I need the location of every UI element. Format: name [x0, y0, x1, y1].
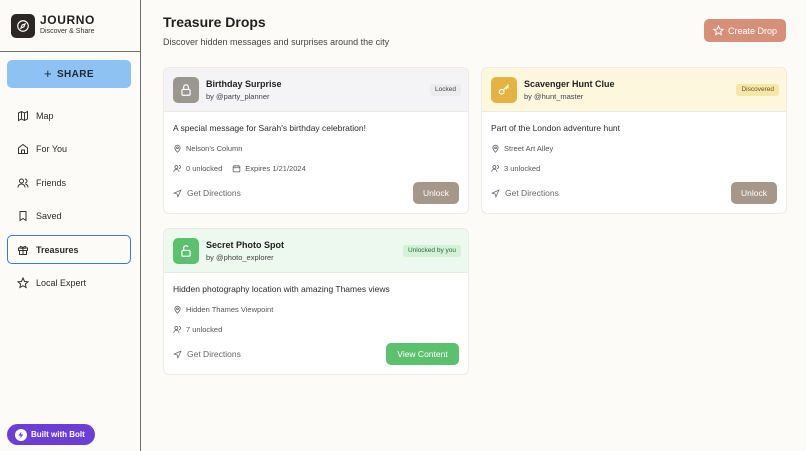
status-badge: Discovered — [736, 84, 779, 96]
unlocked-count: 0 unlocked — [186, 164, 223, 173]
unlock-icon — [173, 238, 199, 264]
status-badge: Unlocked by you — [402, 245, 461, 257]
built-with-bolt-badge[interactable]: Built with Bolt — [7, 424, 95, 445]
card-description: A special message for Sarah's birthday c… — [173, 123, 366, 133]
card-header: Scavenger Hunt Clue by @hunt_master Disc… — [482, 68, 786, 112]
get-directions-label: Get Directions — [187, 349, 241, 359]
expires-text: Expires 1/21/2024 — [245, 164, 306, 173]
get-directions-label: Get Directions — [187, 188, 241, 198]
page-title: Treasure Drops — [163, 14, 266, 30]
sidebar-item-map[interactable]: Map — [7, 101, 131, 130]
navigation-icon — [491, 188, 500, 198]
share-button[interactable]: + SHARE — [7, 60, 131, 88]
users-icon — [17, 177, 29, 189]
brand-subtitle: Discover & Share — [40, 28, 95, 35]
card-title: Secret Photo Spot — [206, 240, 285, 250]
sidebar-item-saved[interactable]: Saved — [7, 202, 131, 231]
card-title: Birthday Surprise — [206, 79, 282, 89]
status-badge: Locked — [430, 84, 461, 96]
unlocked-count: 7 unlocked — [186, 325, 223, 334]
users-icon — [173, 325, 182, 334]
map-icon — [17, 110, 29, 122]
create-drop-label: Create Drop — [727, 25, 778, 36]
card-stats: 3 unlocked — [491, 164, 540, 173]
card-location: Street Art Alley — [491, 144, 553, 153]
view-content-button[interactable]: View Content — [386, 343, 459, 365]
sidebar-nav: Map For You Friends Saved Treasures Loca… — [7, 101, 131, 302]
sidebar-item-label: For You — [36, 144, 68, 154]
sidebar-item-label: Treasures — [36, 244, 79, 255]
card-title: Scavenger Hunt Clue — [524, 79, 615, 89]
get-directions-link[interactable]: Get Directions — [491, 188, 559, 198]
map-pin-icon — [173, 305, 182, 314]
sidebar: JOURNO Discover & Share + SHARE Map For … — [0, 0, 141, 451]
brand[interactable]: JOURNO Discover & Share — [0, 0, 140, 52]
card-author: by @photo_explorer — [206, 253, 274, 262]
built-with-bolt-label: Built with Bolt — [31, 430, 85, 439]
bookmark-icon — [17, 210, 29, 222]
unlock-button[interactable]: Unlock — [413, 182, 459, 204]
compass-icon — [11, 13, 35, 38]
key-icon — [491, 77, 517, 103]
plus-icon: + — [43, 66, 52, 81]
gift-icon — [17, 244, 29, 256]
treasure-card: Secret Photo Spot by @photo_explorer Unl… — [163, 228, 469, 375]
card-author: by @party_planner — [206, 92, 270, 101]
star-icon — [17, 277, 29, 289]
users-icon — [491, 164, 500, 173]
card-description: Hidden photography location with amazing… — [173, 284, 390, 294]
sidebar-item-label: Local Expert — [36, 278, 87, 288]
sidebar-item-label: Saved — [36, 211, 62, 221]
location-text: Hidden Thames Viewpoint — [186, 305, 274, 314]
card-header: Secret Photo Spot by @photo_explorer Unl… — [164, 229, 468, 273]
create-drop-button[interactable]: Create Drop — [704, 19, 786, 42]
card-stats: 0 unlocked Expires 1/21/2024 — [173, 164, 306, 173]
treasure-card: Birthday Surprise by @party_planner Lock… — [163, 67, 469, 214]
sidebar-item-for-you[interactable]: For You — [7, 135, 131, 164]
calendar-icon — [232, 164, 241, 173]
share-label: SHARE — [56, 68, 94, 80]
page-subtitle: Discover hidden messages and surprises a… — [163, 37, 390, 47]
sidebar-item-friends[interactable]: Friends — [7, 168, 131, 197]
main-content: Treasure Drops Discover hidden messages … — [141, 0, 806, 451]
unlocked-count: 3 unlocked — [504, 164, 541, 173]
get-directions-link[interactable]: Get Directions — [173, 349, 241, 359]
star-icon — [712, 25, 724, 36]
unlock-button[interactable]: Unlock — [731, 182, 777, 204]
sidebar-item-treasures[interactable]: Treasures — [7, 235, 131, 264]
lock-icon — [173, 77, 199, 103]
card-description: Part of the London adventure hunt — [491, 123, 621, 133]
card-stats: 7 unlocked — [173, 325, 222, 334]
map-pin-icon — [173, 144, 182, 153]
navigation-icon — [173, 188, 182, 198]
sidebar-item-label: Map — [36, 110, 54, 121]
navigation-icon — [173, 349, 182, 359]
card-header: Birthday Surprise by @party_planner Lock… — [164, 68, 468, 112]
sidebar-item-local-expert[interactable]: Local Expert — [7, 269, 131, 298]
map-pin-icon — [491, 144, 500, 153]
location-text: Street Art Alley — [504, 144, 554, 153]
home-icon — [17, 143, 29, 155]
get-directions-label: Get Directions — [505, 188, 559, 198]
card-location: Hidden Thames Viewpoint — [173, 305, 273, 314]
location-text: Nelson's Column — [186, 144, 243, 153]
card-location: Nelson's Column — [173, 144, 242, 153]
get-directions-link[interactable]: Get Directions — [173, 188, 241, 198]
brand-title: JOURNO — [40, 13, 95, 27]
card-author: by @hunt_master — [524, 92, 584, 101]
sidebar-item-label: Friends — [36, 177, 67, 188]
users-icon — [173, 164, 182, 173]
treasure-card: Scavenger Hunt Clue by @hunt_master Disc… — [481, 67, 787, 214]
bolt-icon — [15, 428, 27, 441]
